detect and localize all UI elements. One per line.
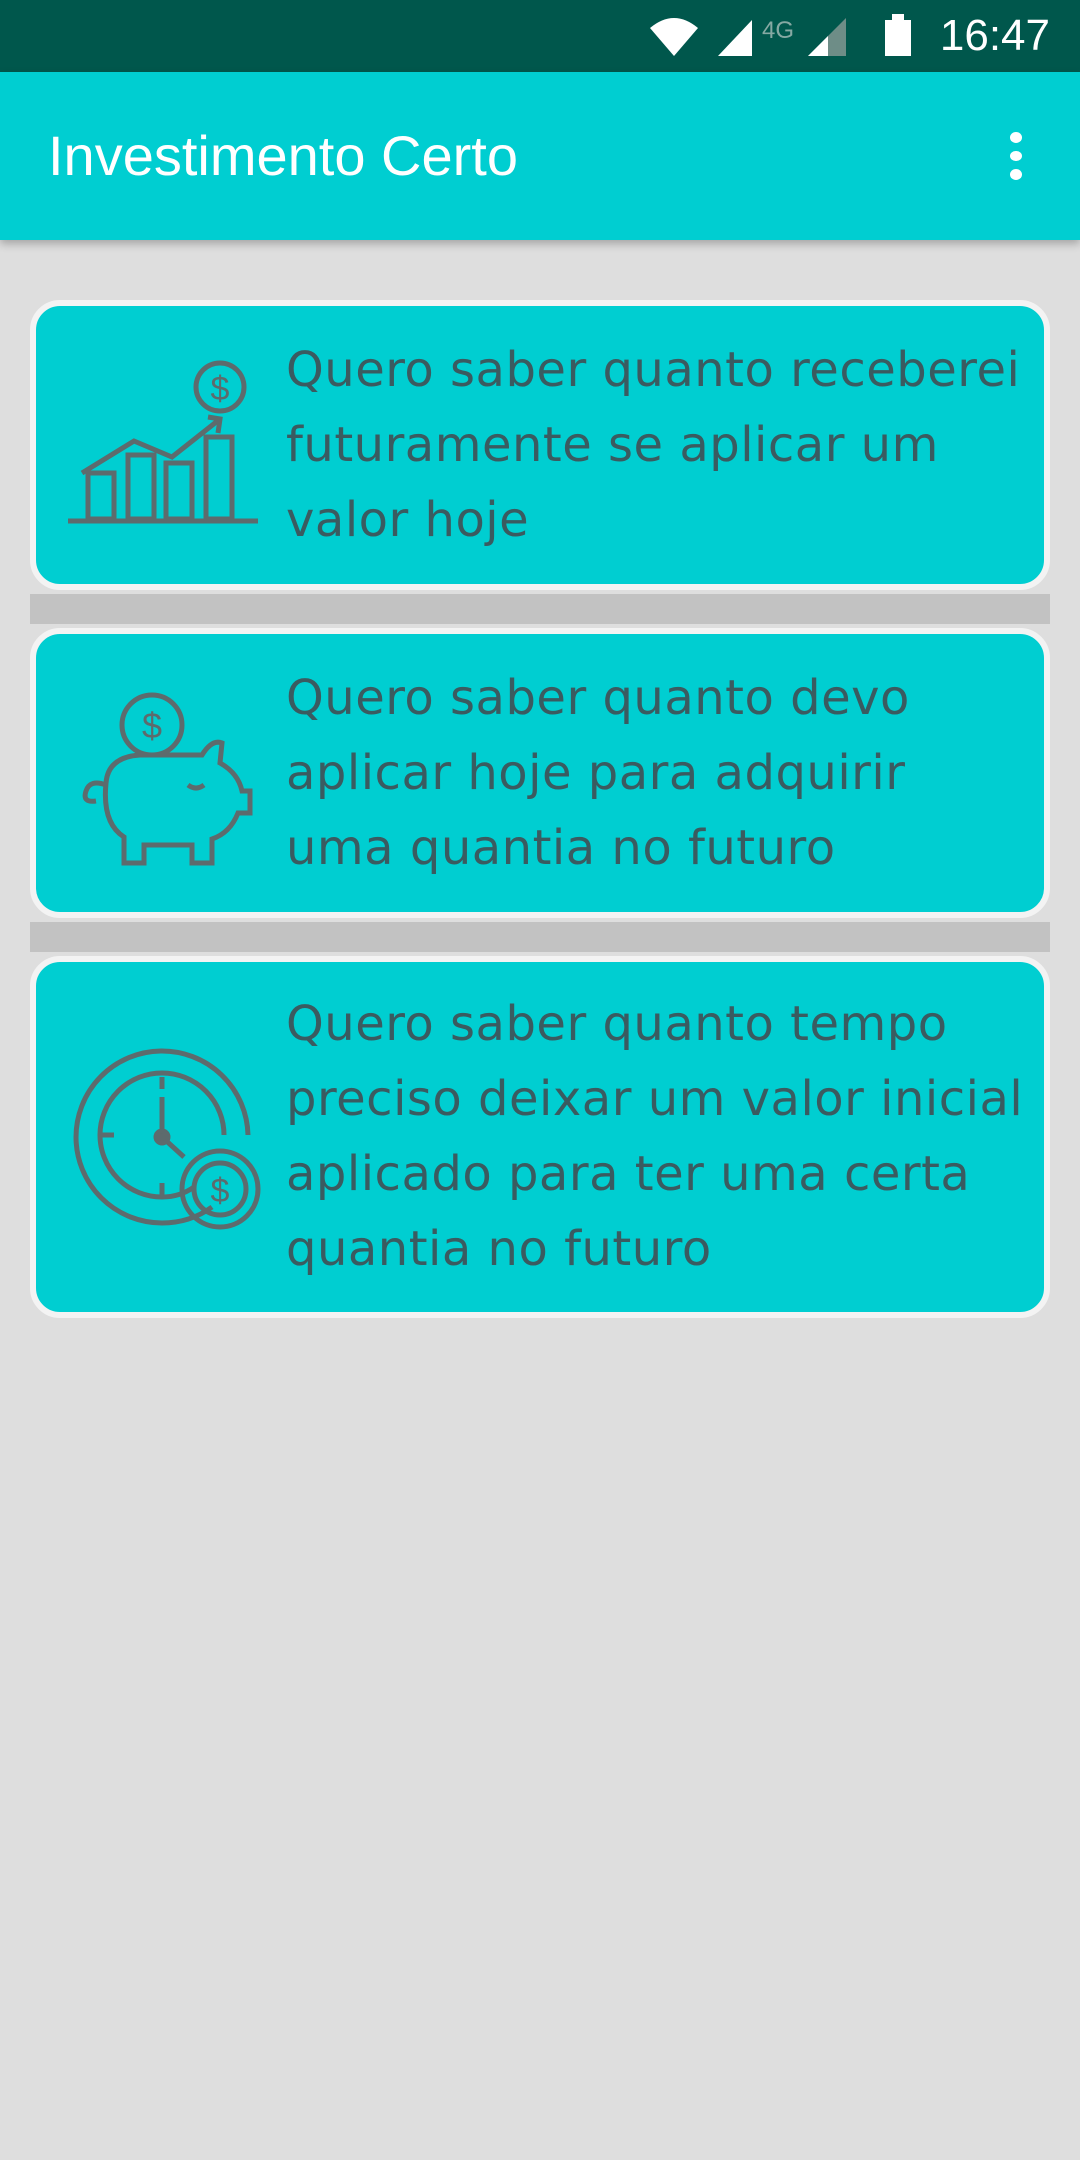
svg-text:$: $ [142,705,162,746]
clock-dollar-icon: $ [73,1048,261,1230]
growth-chart-dollar-icon: $ [68,360,258,524]
card-present-value[interactable]: $ Quero saber quanto devo aplicar hoje p… [30,628,1050,918]
card-text: Quero saber quanto devo aplicar hoje par… [286,669,910,876]
card-investment-time[interactable]: $ Quero saber quanto tempo preciso deixa… [30,956,1050,1318]
signal-4g-icon: 4G [762,17,846,56]
app-bar: Investimento Certo [0,72,1080,240]
svg-text:4G: 4G [762,17,794,44]
piggy-bank-dollar-icon: $ [82,692,253,866]
wifi-icon [650,18,698,56]
battery-icon [885,14,911,56]
card-future-value[interactable]: $ Quero saber quanto receberei futuramen… [30,300,1050,590]
svg-text:$: $ [211,1172,230,1210]
status-icons: 4G [650,14,911,56]
separator [30,922,1050,952]
svg-text:$: $ [211,370,230,408]
card-text: Quero saber quanto tempo preciso deixar … [286,996,1024,1277]
app-title: Investimento Certo [48,124,518,187]
signal-icon [718,20,752,56]
card-list: $ Quero saber quanto receberei futuramen… [30,300,1050,1318]
status-bar: 4G 16:47 [0,0,1080,72]
separator [30,594,1050,624]
card-text: Quero saber quanto receberei futuramente… [286,341,1021,548]
status-time: 16:47 [939,11,1050,60]
more-options-button[interactable] [988,128,1044,184]
more-vert-icon [1010,132,1022,143]
